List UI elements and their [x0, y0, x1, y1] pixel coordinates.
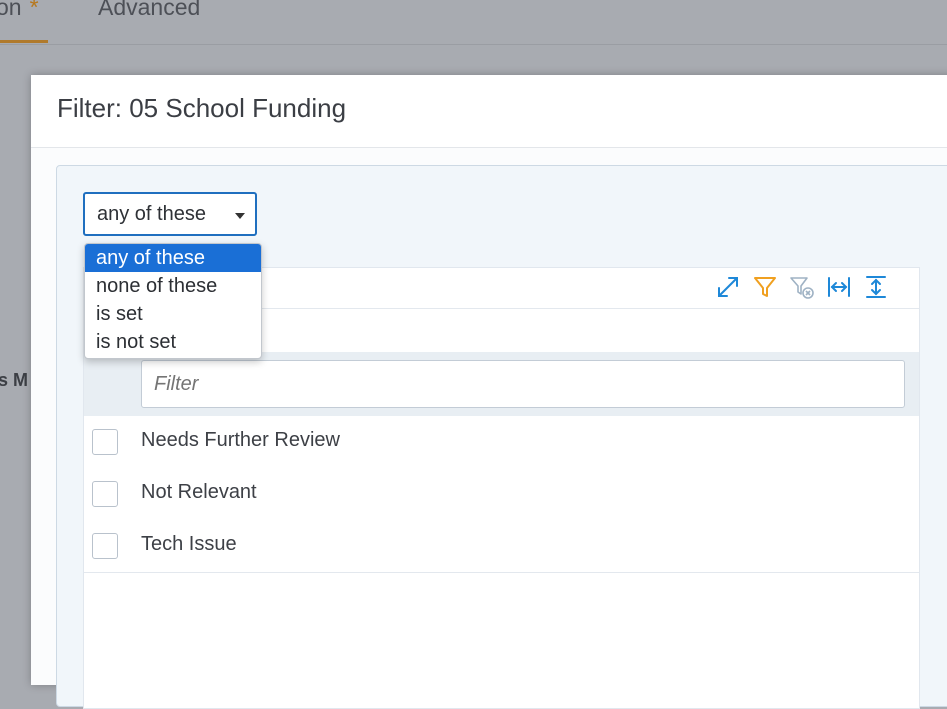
- background-tab-advanced: Advanced: [98, 0, 201, 20]
- filter-row: [84, 352, 919, 416]
- row-label: Not Relevant: [141, 481, 257, 503]
- row-checkbox[interactable]: [92, 481, 118, 507]
- caret-down-icon: [235, 213, 245, 219]
- condition-dropdown-list: any of these none of these is set is not…: [84, 243, 262, 359]
- active-tab-indicator: [0, 40, 48, 43]
- row-label: Needs Further Review: [141, 429, 340, 451]
- dialog-header: Filter: 05 School Funding: [31, 75, 947, 148]
- condition-select-value: any of these: [97, 203, 206, 225]
- required-marker: *: [29, 0, 39, 20]
- background-tab-active: on *: [0, 0, 39, 21]
- list-item[interactable]: Not Relevant: [84, 468, 919, 521]
- fit-width-icon[interactable]: [826, 274, 852, 300]
- row-checkbox[interactable]: [92, 533, 118, 559]
- condition-select[interactable]: any of these: [83, 192, 257, 236]
- list-item[interactable]: Needs Further Review: [84, 416, 919, 469]
- dropdown-option-is-set[interactable]: is set: [85, 300, 261, 328]
- fit-height-icon[interactable]: [863, 274, 889, 300]
- dialog-title: Filter: 05 School Funding: [57, 93, 347, 123]
- background-side-label: s M: [0, 370, 29, 390]
- dropdown-option-none-of-these[interactable]: none of these: [85, 272, 261, 300]
- clear-filter-icon[interactable]: [789, 274, 815, 300]
- filter-icon[interactable]: [752, 274, 778, 300]
- dropdown-option-any-of-these[interactable]: any of these: [85, 244, 261, 272]
- filter-input[interactable]: [141, 360, 905, 408]
- row-label: Tech Issue: [141, 533, 237, 555]
- background-tab-bar: on * Advanced: [0, 0, 947, 45]
- dropdown-option-is-not-set[interactable]: is not set: [85, 328, 261, 356]
- expand-icon[interactable]: [715, 274, 741, 300]
- background-tab-active-label: on: [0, 0, 22, 20]
- dialog-body: any of these Filter Needs Further Review…: [31, 148, 947, 709]
- filter-dialog: Filter: 05 School Funding any of these F…: [31, 75, 947, 709]
- row-checkbox[interactable]: [92, 429, 118, 455]
- list-item[interactable]: Tech Issue: [84, 520, 919, 573]
